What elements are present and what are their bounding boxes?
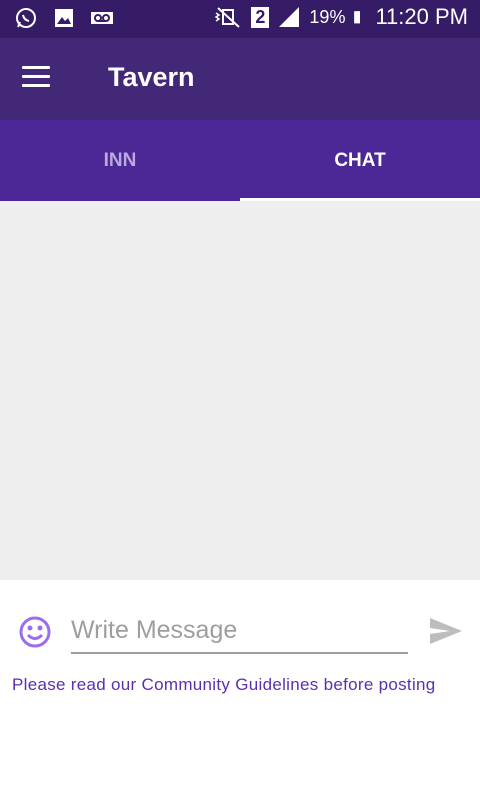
smiley-icon[interactable] — [18, 615, 52, 649]
image-icon — [55, 9, 73, 27]
signal-icon — [279, 7, 300, 27]
chat-messages-area[interactable] — [0, 201, 480, 580]
hamburger-menu-icon[interactable] — [22, 66, 50, 88]
vibrate-off-icon — [215, 7, 241, 28]
community-guidelines-link[interactable]: Please read our Community Guidelines bef… — [12, 674, 452, 695]
battery-icon — [354, 11, 361, 24]
whatsapp-icon — [16, 8, 36, 28]
clock: 11:20 PM — [375, 4, 468, 29]
page-title: Tavern — [108, 62, 195, 92]
status-bar: 2 19% 11:20 PM — [0, 0, 480, 38]
tab-chat[interactable]: CHAT — [240, 120, 480, 201]
battery-percentage: 19% — [309, 6, 346, 27]
notification-icons — [14, 6, 114, 30]
message-composer: Please read our Community Guidelines bef… — [0, 580, 480, 800]
voicemail-icon — [91, 12, 113, 24]
tab-inn[interactable]: INN — [0, 120, 240, 201]
message-input[interactable] — [71, 608, 408, 654]
send-icon[interactable] — [428, 616, 464, 646]
tab-bar: INN CHAT — [0, 120, 480, 201]
app-bar: Tavern — [0, 38, 480, 120]
sim-badge: 2 — [251, 6, 270, 28]
system-status: 2 19% 11:20 PM — [209, 4, 468, 30]
